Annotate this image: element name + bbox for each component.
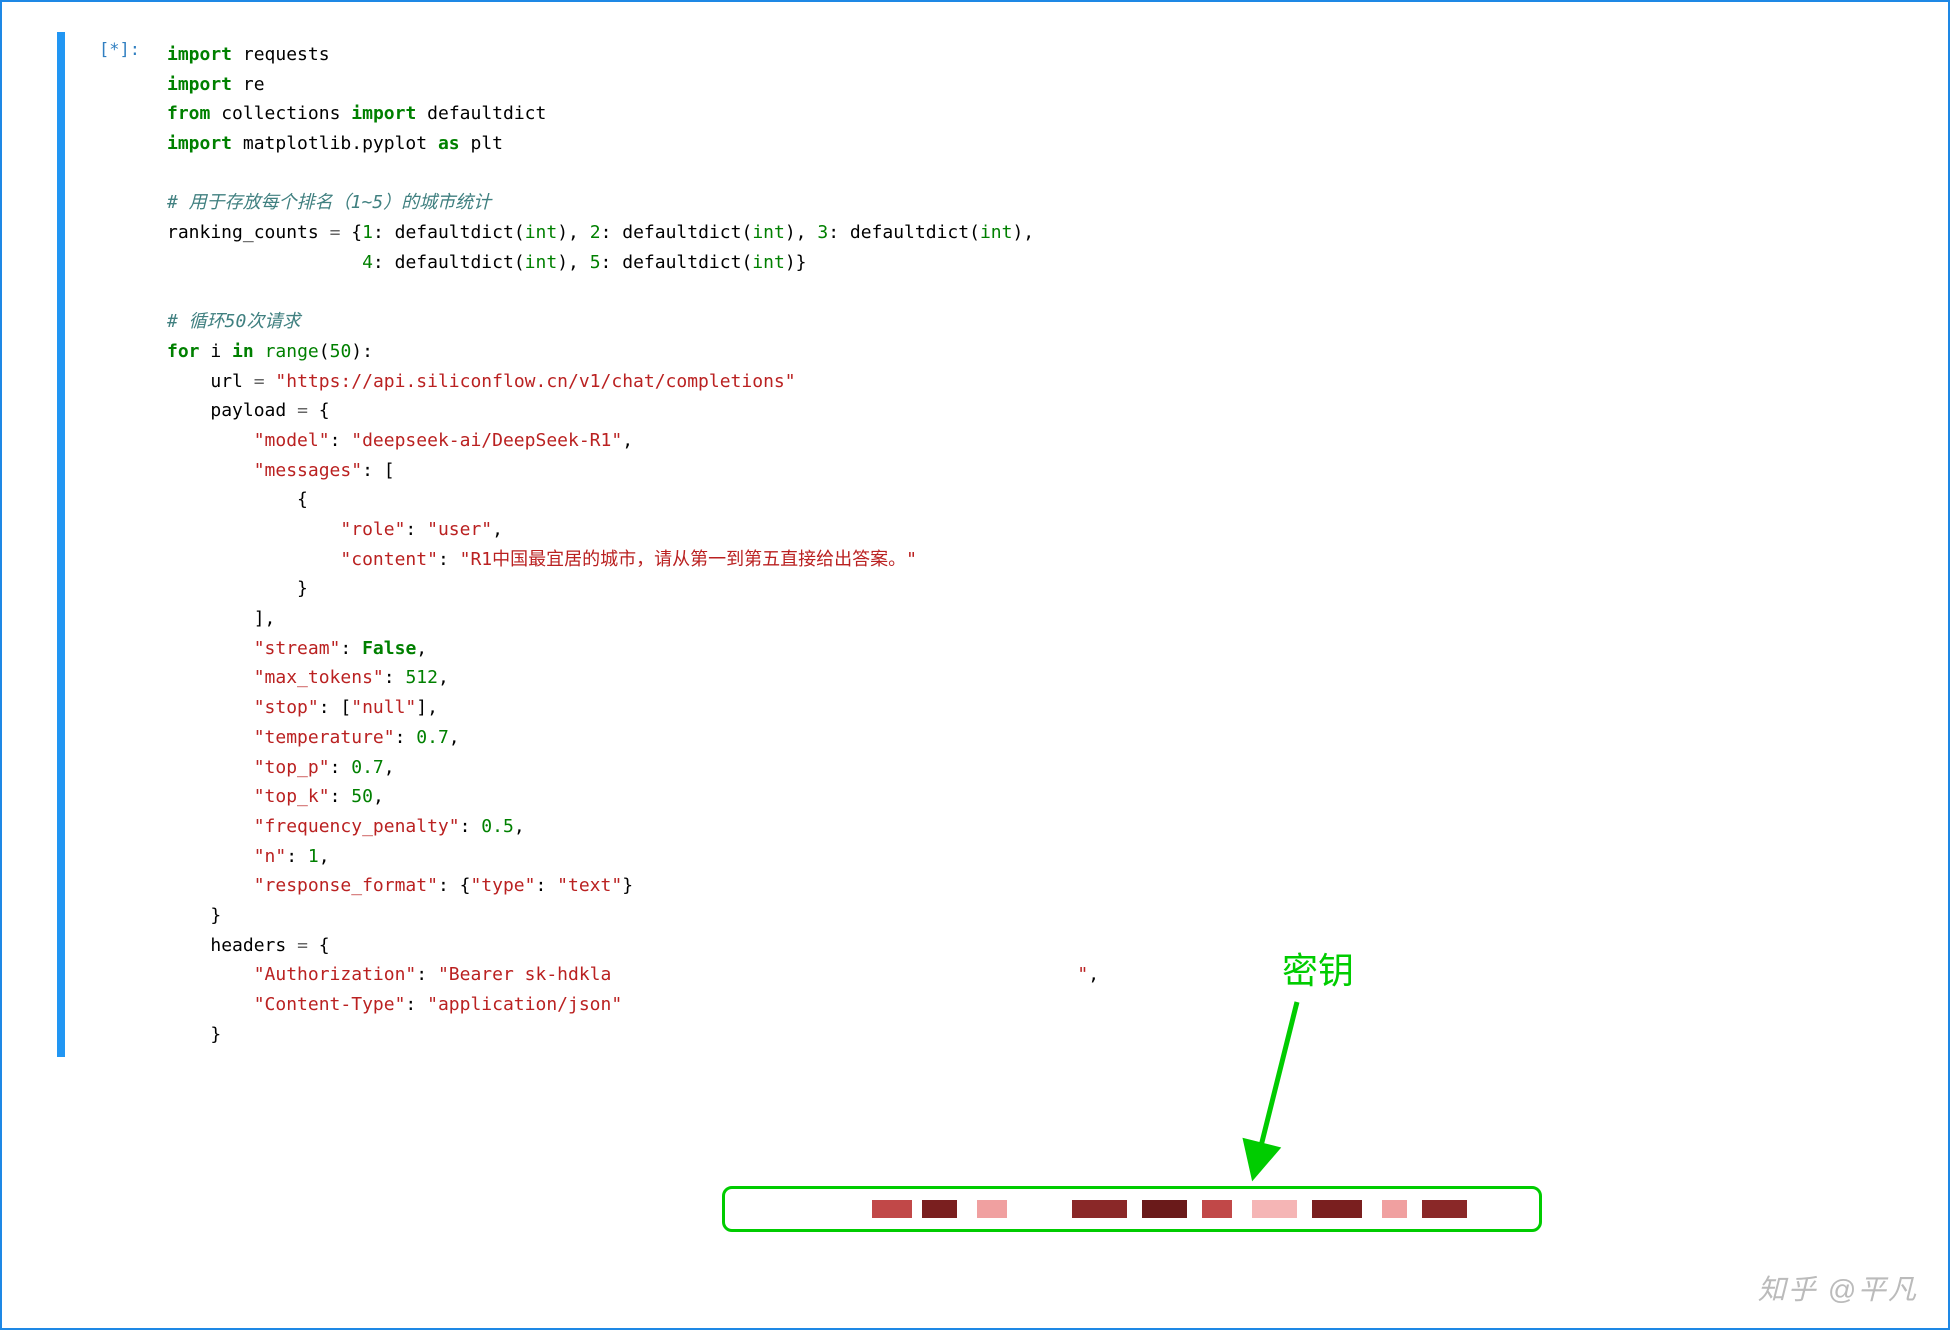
alias-plt: plt <box>470 133 503 154</box>
module-requests: requests <box>243 44 330 65</box>
kw-in: in <box>232 341 254 362</box>
secret-key-highlight-box <box>722 1186 1542 1232</box>
kw-as: as <box>438 133 460 154</box>
val-model: "deepseek-ai/DeepSeek-R1" <box>351 430 622 451</box>
val-authorization: "Bearer sk-hdkla <box>438 964 611 985</box>
key-temperature: "temperature" <box>254 727 395 748</box>
key-response-format: "response_format" <box>254 875 438 896</box>
module-re: re <box>243 74 265 95</box>
key-max-tokens: "max_tokens" <box>254 667 384 688</box>
var-payload: payload <box>210 400 297 421</box>
fn-defaultdict: defaultdict <box>395 222 514 243</box>
val-false: False <box>362 638 416 659</box>
comment-loop: # 循环50次请求 <box>167 311 300 332</box>
name-defaultdict: defaultdict <box>427 103 546 124</box>
key-model: "model" <box>254 430 330 451</box>
kw-import: import <box>167 44 232 65</box>
key-stream: "stream" <box>254 638 341 659</box>
val-stop: "null" <box>351 697 416 718</box>
val-512: 512 <box>405 667 438 688</box>
notebook-app: [*]: import requests import re from coll… <box>0 0 1950 1330</box>
val-temp: 0.7 <box>416 727 449 748</box>
val-text: "text" <box>557 875 622 896</box>
fn-range: range <box>265 341 319 362</box>
kw-for: for <box>167 341 200 362</box>
key-stop: "stop" <box>254 697 319 718</box>
kw-import: import <box>167 133 232 154</box>
var-ranking-counts: ranking_counts <box>167 222 330 243</box>
num-2: 2 <box>590 222 601 243</box>
key-n: "n" <box>254 846 287 867</box>
key-role: "role" <box>340 519 405 540</box>
val-content: "R1中国最宜居的城市，请从第一到第五直接给出答案。" <box>460 549 917 570</box>
key-frequency-penalty: "frequency_penalty" <box>254 816 460 837</box>
redacted-secret <box>872 1200 912 1218</box>
key-messages: "messages" <box>254 460 362 481</box>
code-cell[interactable]: [*]: import requests import re from coll… <box>2 32 1948 1057</box>
cell-run-indicator <box>57 32 65 1057</box>
comment-ranking: # 用于存放每个排名（1~5）的城市统计 <box>167 192 491 213</box>
key-top-k: "top_k" <box>254 786 330 807</box>
secret-key-label: 密钥 <box>1282 942 1354 994</box>
key-authorization: "Authorization" <box>254 964 417 985</box>
num-1: 1 <box>362 222 373 243</box>
type-int: int <box>525 222 558 243</box>
code-editor[interactable]: import requests import re from collectio… <box>155 32 1948 1057</box>
key-top-p: "top_p" <box>254 757 330 778</box>
key-content-type: "Content-Type" <box>254 994 406 1015</box>
url-string: "https://api.siliconflow.cn/v1/chat/comp… <box>275 371 795 392</box>
key-content: "content" <box>340 549 438 570</box>
num-4: 4 <box>362 252 373 273</box>
module-collections: collections <box>221 103 340 124</box>
kw-from: from <box>167 103 210 124</box>
val-content-type: "application/json" <box>427 994 622 1015</box>
var-headers: headers <box>210 935 297 956</box>
val-top-k: 50 <box>351 786 373 807</box>
num-3: 3 <box>817 222 828 243</box>
module-matplotlib: matplotlib.pyplot <box>243 133 427 154</box>
num-50: 50 <box>330 341 352 362</box>
val-n: 1 <box>308 846 319 867</box>
cell-prompt: [*]: <box>65 32 155 1057</box>
var-url: url <box>210 371 243 392</box>
kw-import: import <box>167 74 232 95</box>
num-5: 5 <box>590 252 601 273</box>
val-freq: 0.5 <box>481 816 514 837</box>
val-top-p: 0.7 <box>351 757 384 778</box>
kw-import: import <box>351 103 416 124</box>
watermark-text: 知乎 @平凡 <box>1758 1268 1918 1308</box>
key-type: "type" <box>470 875 535 896</box>
val-role: "user" <box>427 519 492 540</box>
